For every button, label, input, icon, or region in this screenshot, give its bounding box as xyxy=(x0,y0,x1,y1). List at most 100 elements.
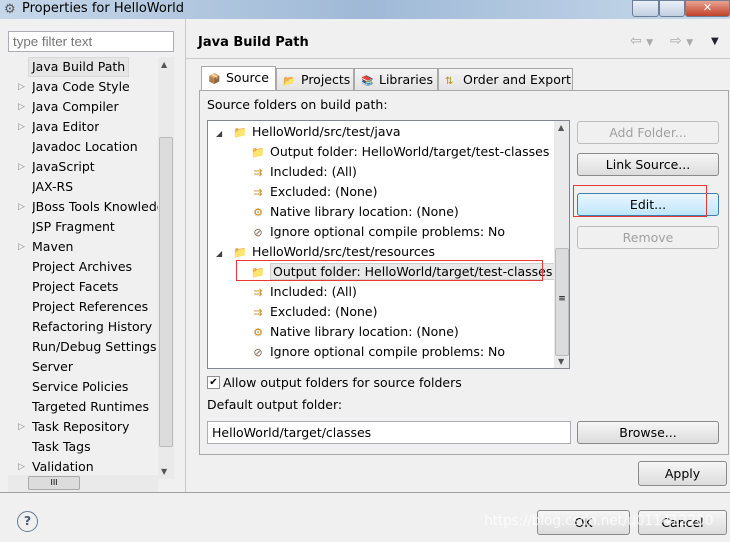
tab-projects[interactable]: 📂 Projects xyxy=(276,68,354,91)
source-folders-label: Source folders on build path: xyxy=(207,97,388,112)
collapse-icon[interactable]: ◢ xyxy=(216,244,232,264)
nav-item[interactable]: Java Build Path xyxy=(28,57,130,77)
output-folder-icon: 📁 xyxy=(251,146,265,159)
filter-input[interactable] xyxy=(8,31,174,52)
included-icon: ⇉ xyxy=(253,166,263,179)
nav-item[interactable]: Maven xyxy=(32,237,73,257)
nav-item[interactable]: Project Archives xyxy=(32,257,132,277)
tree-attribute-row[interactable]: ⚙ Native library location: (None) xyxy=(208,202,554,222)
nav-item[interactable]: JAX-RS xyxy=(32,177,73,197)
nav-item[interactable]: Validation xyxy=(32,457,94,477)
tab-order-export[interactable]: ⇅ Order and Export xyxy=(438,68,573,91)
nav-item[interactable]: Project References xyxy=(32,297,148,317)
order-export-tab-icon: ⇅ xyxy=(445,76,454,87)
tree-attribute-row[interactable]: ⊘ Ignore optional compile problems: No xyxy=(208,222,554,242)
back-arrow-icon[interactable]: ⇦ ▼ xyxy=(630,33,653,49)
title-bar: ⚙ Properties for HelloWorld ✕ xyxy=(0,0,730,19)
package-folder-icon: 📁 xyxy=(233,126,247,139)
tree-row-label: HelloWorld/src/test/java xyxy=(252,124,401,139)
divider xyxy=(0,492,730,493)
tab-libraries[interactable]: 📚 Libraries xyxy=(354,68,438,91)
expand-icon[interactable]: ▷ xyxy=(18,102,25,112)
collapse-icon[interactable]: ◢ xyxy=(216,124,232,144)
help-icon[interactable]: ? xyxy=(17,511,38,532)
tree-row-label: Output folder: HelloWorld/target/test-cl… xyxy=(270,144,550,159)
nav-item[interactable]: Task Repository xyxy=(32,417,129,437)
nav-item[interactable]: Javadoc Location xyxy=(32,137,138,157)
ignore-problems-icon: ⊘ xyxy=(253,346,263,359)
tree-attribute-row[interactable]: ⊘ Ignore optional compile problems: No xyxy=(208,342,554,362)
maximize-button[interactable] xyxy=(659,0,685,17)
tree-row-label: Native library location: (None) xyxy=(270,324,459,339)
forward-arrow-icon[interactable]: ⇨ ▼ xyxy=(670,33,693,49)
libraries-tab-icon: 📚 xyxy=(361,76,374,87)
view-menu-icon[interactable]: ▼ xyxy=(711,36,719,47)
allow-output-label: Allow output folders for source folders xyxy=(223,375,462,390)
tree-attribute-row[interactable]: ⇉ Excluded: (None) xyxy=(208,182,554,202)
tree-attribute-row[interactable]: 📁 Output folder: HelloWorld/target/test-c… xyxy=(208,142,554,162)
tree-folder-row[interactable]: ◢ 📁 HelloWorld/src/test/resources xyxy=(208,242,554,262)
native-library-icon: ⚙ xyxy=(253,206,263,219)
default-output-label: Default output folder: xyxy=(207,397,343,412)
expand-icon[interactable]: ▷ xyxy=(18,462,25,472)
close-button[interactable]: ✕ xyxy=(685,0,730,17)
cancel-button[interactable]: Cancel xyxy=(638,510,727,535)
ok-button[interactable]: OK xyxy=(537,510,630,535)
tree-folder-row[interactable]: ◢ 📁 HelloWorld/src/test/java xyxy=(208,122,554,142)
expand-icon[interactable]: ▷ xyxy=(18,242,25,252)
tree-attribute-row[interactable]: ⇉ Excluded: (None) xyxy=(208,302,554,322)
nav-item[interactable]: Java Editor xyxy=(32,117,99,137)
app-gear-icon: ⚙ xyxy=(4,2,16,17)
minimize-button[interactable] xyxy=(632,0,659,17)
tree-attribute-row[interactable]: ⚙ Native library location: (None) xyxy=(208,322,554,342)
expand-icon[interactable]: ▷ xyxy=(18,162,25,172)
tab-label: Projects xyxy=(301,72,351,87)
nav-item[interactable]: Project Facets xyxy=(32,277,118,297)
tree-attribute-row[interactable]: ⇉ Included: (All) xyxy=(208,282,554,302)
excluded-icon: ⇉ xyxy=(253,306,263,319)
nav-item[interactable]: Java Compiler xyxy=(32,97,119,117)
nav-item[interactable]: Task Tags xyxy=(32,437,91,457)
source-tree: ◢ 📁 HelloWorld/src/test/java 📁 Output folder… xyxy=(207,120,570,369)
browse-button[interactable]: Browse... xyxy=(577,421,719,444)
nav-item[interactable]: Java Code Style xyxy=(32,77,130,97)
expand-icon[interactable]: ▷ xyxy=(18,122,25,132)
link-source-button[interactable]: Link Source... xyxy=(577,153,719,176)
remove-button[interactable]: Remove xyxy=(577,226,719,249)
tab-label: Order and Export xyxy=(463,72,571,87)
ignore-problems-icon: ⊘ xyxy=(253,226,263,239)
nav-horizontal-scrollbar[interactable]: III xyxy=(8,475,158,492)
apply-button[interactable]: Apply xyxy=(638,461,727,486)
nav-item[interactable]: JSP Fragment xyxy=(32,217,115,237)
tree-row-label: Excluded: (None) xyxy=(270,304,378,319)
expand-icon[interactable]: ▷ xyxy=(18,422,25,432)
nav-item[interactable]: Service Policies xyxy=(32,377,128,397)
nav-vertical-scrollbar[interactable]: ▲ ▼ xyxy=(158,57,174,479)
highlight-box-edit xyxy=(573,185,707,217)
nav-item[interactable]: JavaScript xyxy=(32,157,95,177)
tab-source[interactable]: 📦 Source xyxy=(201,66,276,91)
nav-item[interactable]: Server xyxy=(32,357,73,377)
included-icon: ⇉ xyxy=(253,286,263,299)
expand-icon[interactable]: ▷ xyxy=(18,82,25,92)
window-title: Properties for HelloWorld xyxy=(22,1,185,16)
default-output-input[interactable]: HelloWorld/target/classes xyxy=(207,421,571,444)
nav-item[interactable]: JBoss Tools Knowledge xyxy=(32,197,158,217)
add-folder-button[interactable]: Add Folder... xyxy=(577,121,719,144)
nav-item[interactable]: Targeted Runtimes xyxy=(32,397,149,417)
tab-label: Source xyxy=(226,70,269,85)
nav-tree: Java Build Path ▷ Java Code Style ▷ Java Com… xyxy=(0,57,158,479)
expand-icon[interactable]: ▷ xyxy=(18,202,25,212)
tree-row-label: HelloWorld/src/test/resources xyxy=(252,244,435,259)
tree-row-label: Excluded: (None) xyxy=(270,184,378,199)
divider xyxy=(186,58,730,59)
nav-item[interactable]: Run/Debug Settings xyxy=(32,337,157,357)
tree-attribute-row[interactable]: ⇉ Included: (All) xyxy=(208,162,554,182)
source-tab-icon: 📦 xyxy=(208,74,221,85)
nav-item[interactable]: Refactoring History xyxy=(32,317,152,337)
tree-row-label: Ignore optional compile problems: No xyxy=(270,344,506,359)
tree-scrollbar[interactable]: ▲ ≡ ▼ xyxy=(554,121,569,368)
tree-row-label: Included: (All) xyxy=(270,164,357,179)
tree-row-label: Included: (All) xyxy=(270,284,357,299)
allow-output-checkbox[interactable]: ✔ xyxy=(207,376,220,389)
